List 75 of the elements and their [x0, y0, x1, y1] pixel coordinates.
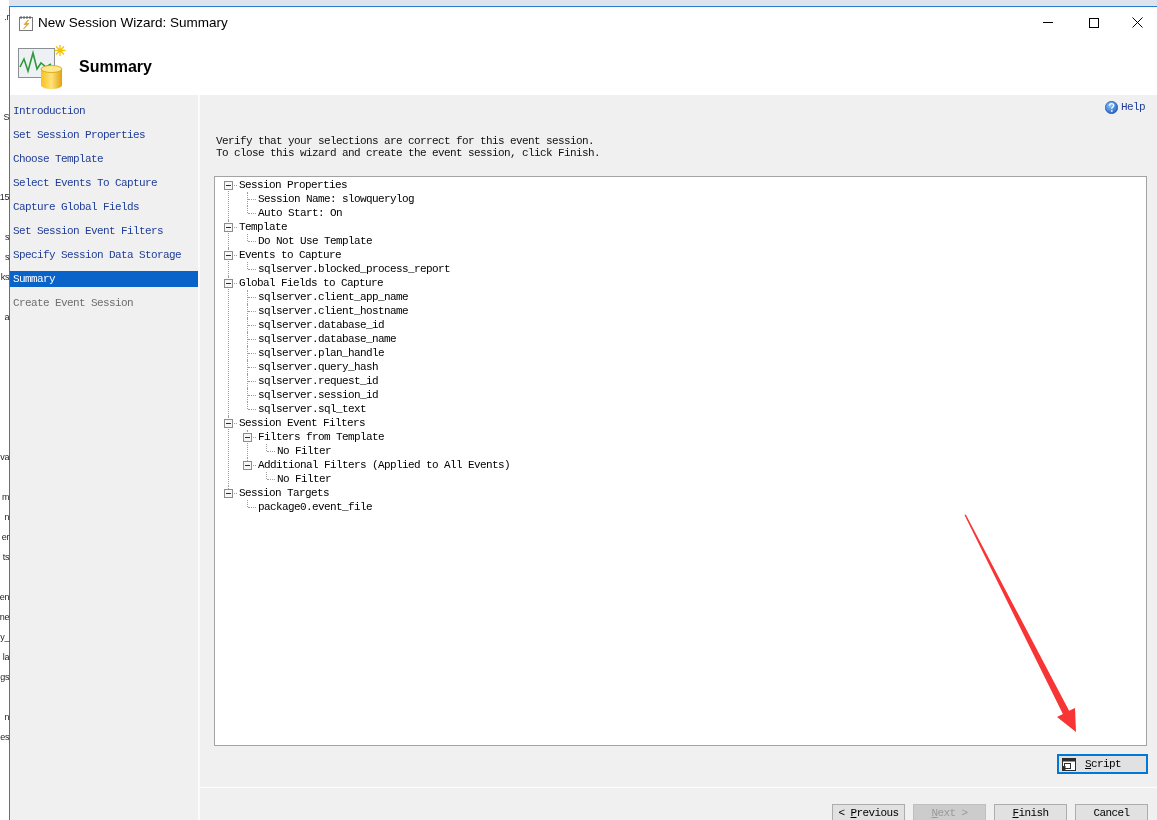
tree-item[interactable]: Auto Start: On	[258, 206, 342, 220]
background-text: la	[2, 651, 9, 664]
background-text: ks	[0, 271, 9, 284]
tree-item[interactable]: sqlserver.client_hostname	[258, 304, 409, 318]
background-text: ne	[0, 611, 9, 624]
tree-item[interactable]: sqlserver.blocked_process_report	[258, 262, 451, 276]
close-icon	[1131, 17, 1143, 28]
background-text: S	[3, 111, 9, 124]
page-title: Summary	[79, 57, 152, 76]
background-text: ts	[2, 551, 9, 564]
dialog-button[interactable]: Cancel	[1075, 804, 1148, 820]
background-text: es	[0, 731, 9, 744]
tree-item[interactable]: No Filter	[277, 444, 331, 458]
collapse-icon[interactable]	[224, 488, 233, 498]
collapse-icon[interactable]	[243, 460, 252, 470]
tree-item[interactable]: sqlserver.client_app_name	[258, 290, 409, 304]
tree-item[interactable]: sqlserver.session_id	[258, 388, 379, 402]
collapse-icon[interactable]	[243, 432, 252, 442]
instruction-text: Verify that your selections are correct for this event session.	[216, 135, 596, 147]
wizard-step[interactable]: Specify Session Data Storage	[10, 247, 198, 263]
tree-item[interactable]: Additional Filters (Applied to All Events)	[258, 458, 511, 472]
tree-item[interactable]: Filters from Template	[258, 430, 385, 444]
background-text: n	[4, 711, 9, 724]
collapse-icon[interactable]	[224, 222, 233, 232]
background-text: n	[4, 511, 9, 524]
background-text: er	[1, 531, 9, 544]
background-text: a	[4, 311, 9, 324]
help-link[interactable]: Help	[1105, 100, 1145, 114]
maximize-icon	[1089, 17, 1099, 28]
tree-item[interactable]: Session Properties	[239, 178, 348, 192]
notepad-icon	[18, 14, 34, 31]
tree-item[interactable]: Events to Capture	[239, 248, 342, 262]
script-button[interactable]: Script	[1057, 754, 1148, 774]
collapse-icon[interactable]	[224, 250, 233, 260]
tree-item[interactable]: sqlserver.plan_handle	[258, 346, 385, 360]
window-title: New Session Wizard: Summary	[38, 15, 228, 30]
tree-item[interactable]: sqlserver.sql_text	[258, 402, 367, 416]
collapse-icon[interactable]	[224, 278, 233, 288]
wizard-step[interactable]: Set Session Event Filters	[10, 223, 198, 239]
dialog-button[interactable]: Finish	[994, 804, 1067, 820]
background-text: 15	[0, 191, 9, 204]
window-icon	[1062, 757, 1076, 771]
wizard-step[interactable]: Select Events To Capture	[10, 175, 198, 191]
tree-item[interactable]: sqlserver.database_name	[258, 332, 397, 346]
wizard-step[interactable]: Introduction	[10, 103, 198, 119]
wizard-step[interactable]: Summary	[10, 271, 198, 287]
help-icon	[1105, 100, 1118, 114]
dialog-button[interactable]: < Previous	[832, 804, 905, 820]
background-text: en	[0, 591, 9, 604]
tree-item[interactable]: Session Event Filters	[239, 416, 366, 430]
instruction-text: To close this wizard and create the event session, click Finish.	[216, 147, 602, 159]
collapse-icon[interactable]	[224, 418, 233, 428]
background-text: s	[4, 251, 9, 264]
tree-item[interactable]: sqlserver.database_id	[258, 318, 385, 332]
tree-item[interactable]: Do Not Use Template	[258, 234, 373, 248]
tree-item[interactable]: Session Targets	[239, 486, 330, 500]
wizard-step[interactable]: Choose Template	[10, 151, 198, 167]
background-text: va	[0, 451, 9, 464]
tree-item[interactable]: sqlserver.query_hash	[258, 360, 379, 374]
collapse-icon[interactable]	[224, 180, 233, 190]
background-text: gs	[0, 671, 9, 684]
tree-item[interactable]: package0.event_file	[258, 500, 373, 514]
background-text: .r	[4, 11, 9, 24]
wizard-step[interactable]: Capture Global Fields	[10, 199, 198, 215]
tree-item[interactable]: No Filter	[277, 472, 331, 486]
tree-item[interactable]: Global Fields to Capture	[239, 276, 384, 290]
chart-database-icon	[18, 44, 66, 89]
tree-item[interactable]: Session Name: slowquerylog	[258, 192, 415, 206]
background-text: m	[1, 491, 9, 504]
background-text: s	[4, 231, 9, 244]
tree-item[interactable]: sqlserver.request_id	[258, 374, 379, 388]
minimize-icon	[1043, 22, 1053, 23]
wizard-step[interactable]: Set Session Properties	[10, 127, 198, 143]
background-text: y_	[0, 631, 9, 644]
tree-item[interactable]: Template	[239, 220, 287, 234]
